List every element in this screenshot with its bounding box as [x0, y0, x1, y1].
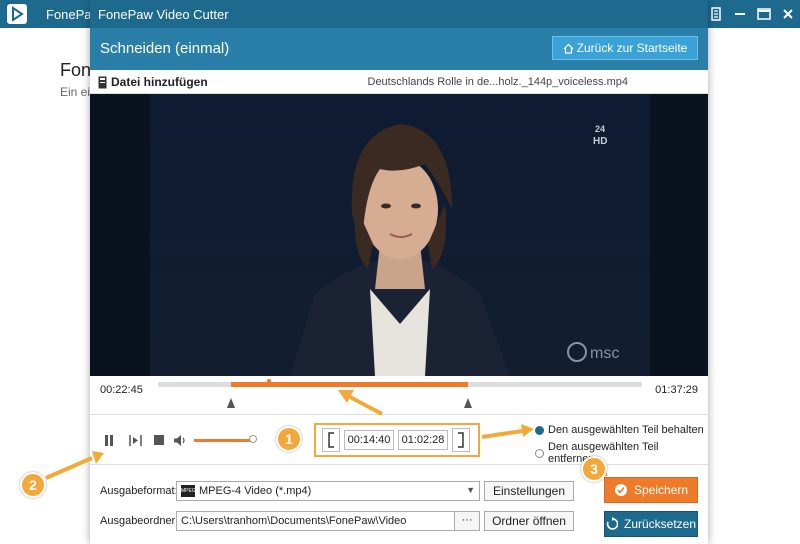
time-range-editor: 00:14:40 01:02:28 [314, 423, 480, 457]
volume-knob[interactable] [248, 435, 257, 443]
mode-bar: Schneiden (einmal) Zurück zur Startseite [90, 28, 708, 70]
annotation-badge-3: 3 [581, 456, 607, 482]
file-bar: Datei hinzufügen Deutschlands Rolle in d… [90, 70, 708, 94]
outer-subtitle: Ein ei [60, 85, 91, 99]
video-cutter-window: FonePaw Video Cutter Schneiden (einmal) … [90, 0, 708, 544]
svg-text:HD: HD [593, 136, 607, 147]
end-marker[interactable] [463, 398, 472, 408]
annotation-badge-1: 1 [276, 426, 302, 452]
close-icon[interactable] [776, 0, 800, 28]
cutter-title-bar: FonePaw Video Cutter [90, 0, 708, 28]
folder-label: Ausgabeordner: [100, 515, 179, 527]
keep-selected-radio[interactable] [535, 425, 544, 435]
end-time-field[interactable]: 01:02:28 [398, 430, 448, 450]
stop-button[interactable] [152, 433, 166, 447]
file-name: Deutschlands Rolle in de...holz._144p_vo… [367, 76, 629, 88]
bracket-right-icon [458, 432, 464, 448]
stop-icon [154, 435, 164, 445]
check-icon [614, 484, 627, 496]
reset-icon [606, 517, 618, 530]
next-frame-icon [128, 434, 142, 446]
keep-selected-label: Den ausgewählten Teil behalten [548, 424, 704, 436]
bracket-left-icon [328, 432, 334, 448]
back-to-home-button[interactable]: Zurück zur Startseite [552, 36, 698, 60]
timeline: 00:22:45 01:37:29 [90, 376, 708, 414]
svg-text:msc: msc [590, 345, 619, 362]
browse-button[interactable]: ··· [454, 511, 480, 531]
keep-selected-option[interactable]: Den ausgewählten Teil behalten [535, 424, 704, 436]
timeline-track[interactable] [158, 379, 642, 387]
start-marker[interactable] [226, 398, 235, 408]
add-file-button[interactable]: Datei hinzufügen [98, 75, 208, 89]
start-time-field[interactable]: 00:14:40 [344, 430, 394, 450]
reset-label: Zurücksetzen [623, 517, 697, 531]
add-file-label: Datei hinzufügen [111, 75, 208, 89]
selected-range [230, 382, 468, 387]
current-time: 00:22:45 [100, 384, 143, 396]
reset-button[interactable]: Zurücksetzen [604, 511, 698, 537]
total-time: 01:37:29 [655, 384, 698, 396]
format-label: Ausgabeformat: [100, 485, 178, 497]
mpeg-format-icon: MPEG [181, 485, 196, 497]
home-icon [563, 43, 574, 54]
format-select[interactable]: MPEG MPEG-4 Video (*.mp4) ▼ [176, 481, 480, 501]
app-logo-icon [7, 4, 27, 24]
set-end-button[interactable] [452, 428, 470, 452]
next-frame-button[interactable] [128, 433, 142, 447]
video-preview[interactable]: 24 HD msc [90, 94, 708, 376]
remove-selected-label: Den ausgewählten Teil entfernen [548, 441, 659, 465]
file-icon [98, 76, 107, 88]
save-button[interactable]: Speichern [604, 477, 698, 503]
output-settings: Ausgabeformat: MPEG MPEG-4 Video (*.mp4)… [90, 464, 708, 544]
minimize-icon[interactable] [728, 0, 752, 28]
volume-icon [174, 434, 185, 446]
volume-button[interactable] [174, 433, 188, 447]
remove-selected-option[interactable]: Den ausgewählten Teil entfernen [535, 441, 708, 465]
svg-text:24: 24 [595, 124, 605, 134]
save-label: Speichern [633, 483, 689, 497]
pause-button[interactable] [102, 433, 116, 447]
annotation-badge-2: 2 [20, 472, 46, 498]
open-folder-button[interactable]: Ordner öffnen [484, 511, 574, 531]
chevron-down-icon: ▼ [466, 485, 475, 495]
playback-controls: 00:14:40 01:02:28 Den ausgewählten Teil … [90, 414, 708, 465]
remove-selected-radio[interactable] [535, 448, 544, 458]
format-value: MPEG-4 Video (*.mp4) [199, 485, 312, 497]
set-start-button[interactable] [322, 428, 340, 452]
volume-slider[interactable] [194, 439, 256, 442]
pause-icon [105, 434, 113, 446]
back-to-home-label: Zurück zur Startseite [576, 41, 688, 55]
cutter-title: FonePaw Video Cutter [98, 7, 229, 22]
output-folder-field[interactable]: C:\Users\tranhom\Documents\FonePaw\Video [176, 511, 456, 531]
mode-title: Schneiden (einmal) [100, 40, 230, 57]
maximize-icon[interactable] [752, 0, 776, 28]
settings-button[interactable]: Einstellungen [484, 481, 574, 501]
